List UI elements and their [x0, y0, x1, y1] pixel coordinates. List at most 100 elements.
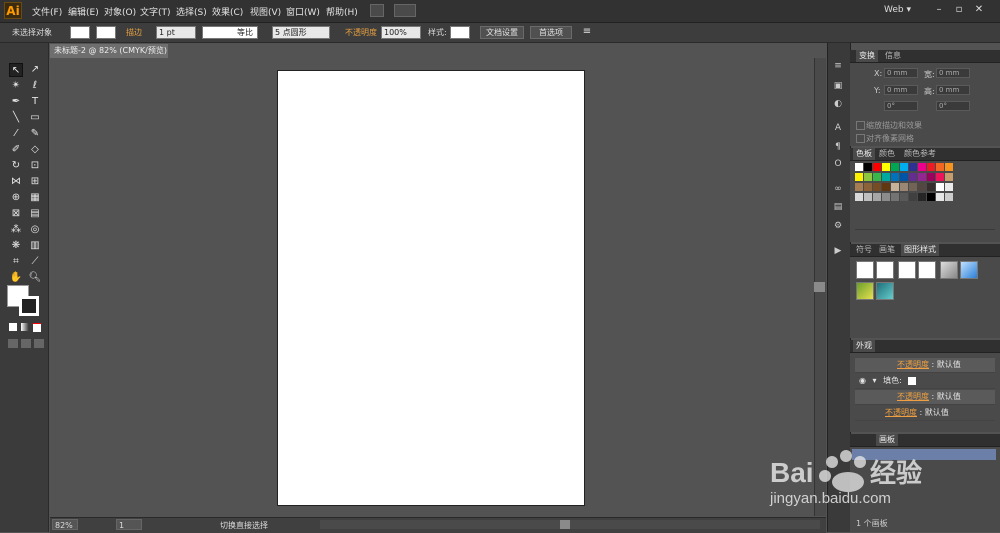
swatch[interactable]: [945, 173, 953, 181]
rotate-tool-icon[interactable]: ↻: [9, 159, 23, 173]
eyedropper-tool-icon[interactable]: ⁂: [9, 223, 23, 237]
menu-view[interactable]: 视图(V): [250, 5, 281, 18]
horizontal-scrollbar[interactable]: [320, 520, 820, 529]
restore-icon[interactable]: ▫: [952, 3, 966, 17]
pen-tool-icon[interactable]: ✒: [9, 95, 23, 109]
menu-object[interactable]: 对象(O): [104, 5, 136, 18]
graphic-style-default[interactable]: [856, 261, 874, 279]
swatch[interactable]: [918, 163, 926, 171]
swatch[interactable]: [936, 193, 944, 201]
eraser-tool-icon[interactable]: ◇: [28, 143, 42, 157]
symbol-sprayer-tool-icon[interactable]: ❋: [9, 239, 23, 253]
tab-artboards[interactable]: 画板: [876, 434, 898, 446]
swatch[interactable]: [936, 173, 944, 181]
swatch[interactable]: [864, 173, 872, 181]
appearance-row-fill[interactable]: ◉ ▾ 填色:: [855, 374, 995, 389]
swatch[interactable]: [864, 183, 872, 191]
workspace-switcher[interactable]: Web ▾: [884, 5, 911, 15]
scale-strokes-checkbox[interactable]: [856, 121, 865, 130]
menu-window[interactable]: 窗口(W): [286, 5, 320, 18]
swatch[interactable]: [927, 173, 935, 181]
menu-type[interactable]: 文字(T): [140, 5, 171, 18]
zoom-tool-icon[interactable]: 🔍︎: [28, 271, 42, 285]
swatch[interactable]: [882, 183, 890, 191]
tab-graphic-styles[interactable]: 图形样式: [901, 244, 939, 256]
document-setup-button[interactable]: 文档设置: [480, 26, 524, 39]
none-mode-icon[interactable]: [33, 323, 41, 332]
menu-edit[interactable]: 编辑(E): [68, 5, 99, 18]
perspective-grid-tool-icon[interactable]: ▦: [28, 191, 42, 205]
x-field[interactable]: 0 mm: [884, 68, 918, 78]
appearance-panel-icon[interactable]: ◐: [832, 98, 844, 110]
graphic-style-8[interactable]: [876, 282, 894, 300]
rotate-field[interactable]: 0°: [884, 101, 918, 111]
swatch[interactable]: [891, 173, 899, 181]
swatch[interactable]: [891, 183, 899, 191]
graphic-style-6[interactable]: [960, 261, 978, 279]
swatch[interactable]: [891, 193, 899, 201]
swatch[interactable]: [927, 163, 935, 171]
draw-behind-icon[interactable]: [21, 339, 31, 348]
swatch[interactable]: [909, 183, 917, 191]
magic-wand-tool-icon[interactable]: ✴: [9, 79, 23, 93]
tab-brushes[interactable]: 画笔: [876, 244, 898, 256]
appearance-row[interactable]: 不透明度 : 默认值: [855, 406, 995, 421]
free-transform-tool-icon[interactable]: ⊞: [28, 175, 42, 189]
bridge-icon[interactable]: [370, 4, 384, 17]
direct-selection-tool-icon[interactable]: ↗: [28, 63, 42, 77]
swatch[interactable]: [855, 183, 863, 191]
menu-file[interactable]: 文件(F): [32, 5, 62, 18]
swatch-grid[interactable]: [855, 163, 985, 223]
graphic-style-5[interactable]: [940, 261, 958, 279]
swatch[interactable]: [891, 163, 899, 171]
paragraph-panel-icon[interactable]: ¶: [832, 141, 844, 153]
graphic-style-4[interactable]: [918, 261, 936, 279]
stroke-label[interactable]: 描边: [126, 27, 142, 38]
tab-info[interactable]: 信息: [882, 50, 904, 62]
stroke-weight-field[interactable]: 1 pt: [156, 26, 196, 39]
swatch[interactable]: [945, 183, 953, 191]
swatch[interactable]: [936, 183, 944, 191]
expand-icon[interactable]: ▾: [873, 376, 877, 385]
swatch[interactable]: [855, 193, 863, 201]
swatch[interactable]: [927, 193, 935, 201]
tab-symbols[interactable]: 符号: [853, 244, 875, 256]
graphic-style-2[interactable]: [876, 261, 894, 279]
opacity-field[interactable]: 100%: [381, 26, 421, 39]
opacity-label[interactable]: 不透明度: [345, 27, 377, 38]
stroke-profile-select[interactable]: 等比: [202, 26, 258, 39]
scale-tool-icon[interactable]: ⊡: [28, 159, 42, 173]
menu-help[interactable]: 帮助(H): [326, 5, 358, 18]
column-graph-tool-icon[interactable]: ▥: [28, 239, 42, 253]
arrange-documents-icon[interactable]: [394, 4, 416, 17]
close-icon[interactable]: ✕: [972, 3, 986, 17]
swatch[interactable]: [873, 193, 881, 201]
draw-normal-icon[interactable]: [8, 339, 18, 348]
blob-brush-tool-icon[interactable]: ✐: [9, 143, 23, 157]
appearance-row[interactable]: 不透明度 : 默认值: [855, 390, 995, 405]
horizontal-scroll-thumb[interactable]: [560, 520, 570, 529]
type-tool-icon[interactable]: T: [28, 95, 42, 109]
swatch[interactable]: [900, 183, 908, 191]
opacity-link[interactable]: 不透明度: [885, 408, 917, 417]
stroke-swatch[interactable]: [96, 26, 116, 39]
lasso-tool-icon[interactable]: ℓ: [28, 79, 42, 93]
swatch[interactable]: [900, 193, 908, 201]
swatch[interactable]: [909, 193, 917, 201]
swatch[interactable]: [882, 193, 890, 201]
arrange-icon[interactable]: ≡: [580, 25, 594, 39]
w-field[interactable]: 0 mm: [936, 68, 970, 78]
preferences-button[interactable]: 首选项: [530, 26, 572, 39]
swatch[interactable]: [882, 163, 890, 171]
swatches-panel-icon[interactable]: ▣: [832, 80, 844, 92]
navigator-panel-icon[interactable]: ⚙: [832, 220, 844, 232]
swatch[interactable]: [873, 183, 881, 191]
menu-select[interactable]: 选择(S): [176, 5, 207, 18]
tab-appearance[interactable]: 外观: [853, 340, 875, 352]
width-tool-icon[interactable]: ⋈: [9, 175, 23, 189]
actions-panel-icon[interactable]: ▶: [832, 245, 844, 257]
y-field[interactable]: 0 mm: [884, 85, 918, 95]
character-panel-icon[interactable]: A: [832, 122, 844, 134]
swatch[interactable]: [909, 173, 917, 181]
tab-transform[interactable]: 变换: [856, 50, 878, 62]
